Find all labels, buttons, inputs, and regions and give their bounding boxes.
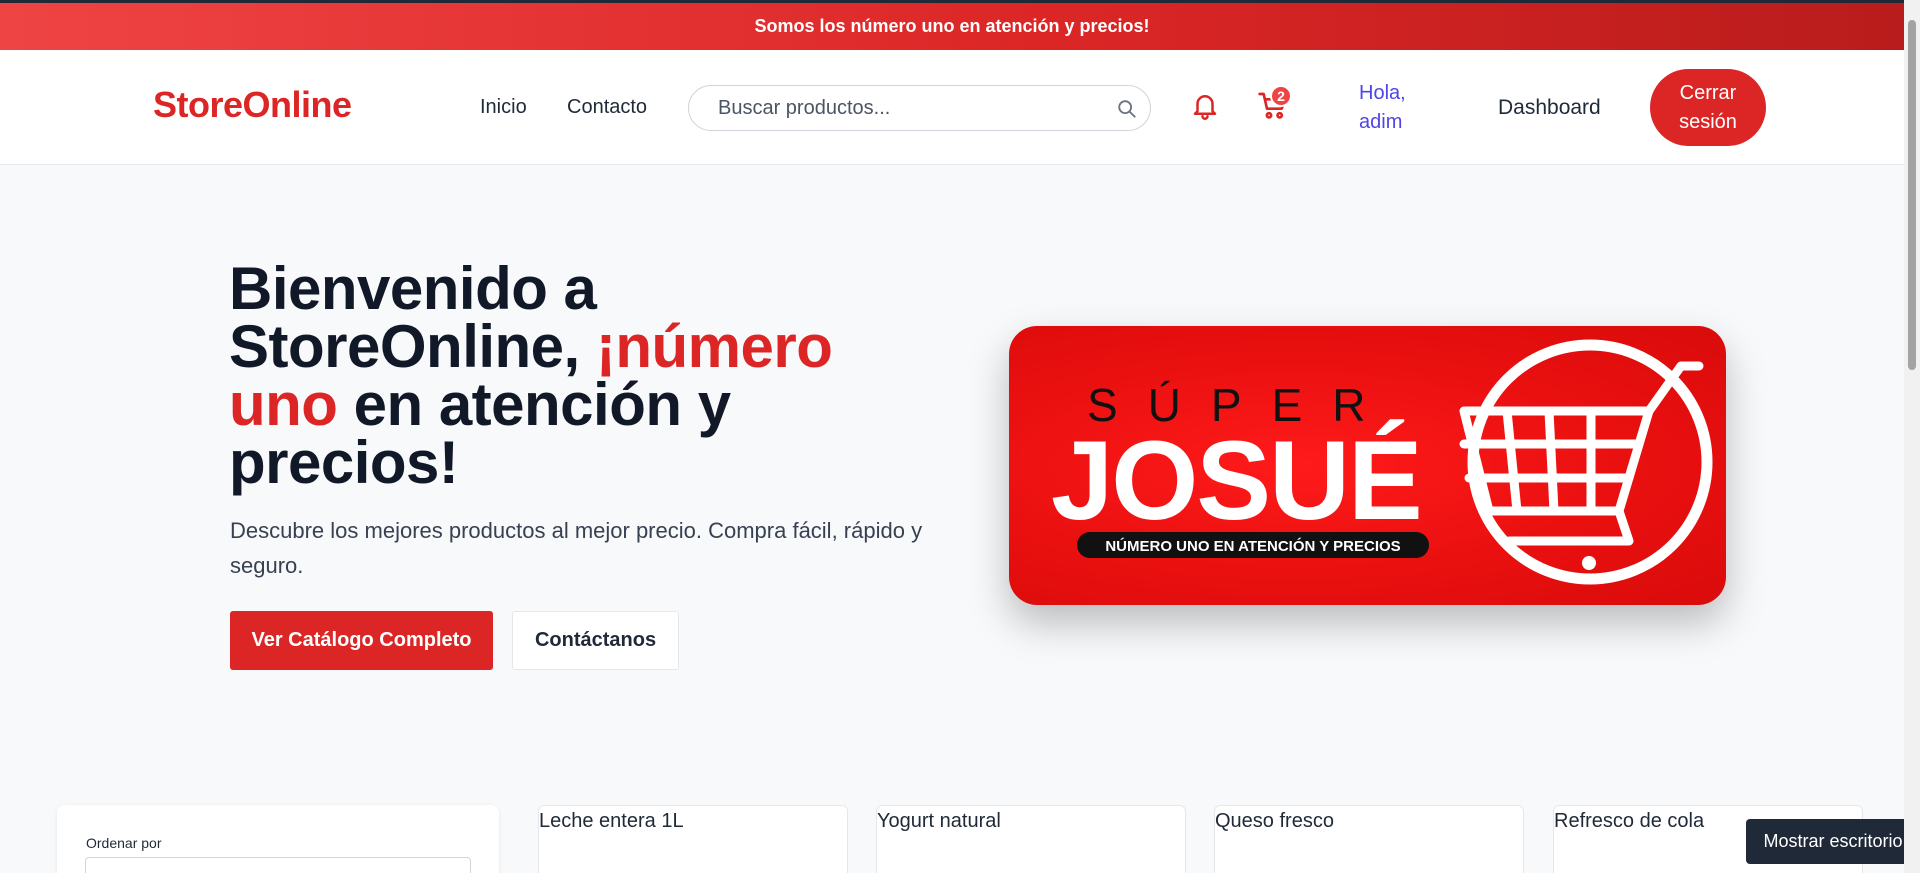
brand-logo[interactable]: StoreOnline	[153, 84, 352, 126]
product-name: Refresco de cola	[1554, 810, 1705, 832]
bell-icon[interactable]	[1190, 90, 1220, 120]
product-card[interactable]: Yogurt natural	[876, 805, 1186, 873]
page-scrollbar[interactable]	[1904, 0, 1920, 873]
dashboard-link[interactable]: Dashboard	[1498, 96, 1601, 120]
site-header: StoreOnline Inicio Contacto 2 Hola, adim…	[0, 50, 1904, 165]
super-josue-banner: SÚPER JOSUÉ NÚMERO UNO EN ATENCIÓN Y PRE…	[1009, 326, 1726, 605]
product-name: Yogurt natural	[877, 810, 1001, 832]
scrollbar-thumb[interactable]	[1908, 20, 1916, 370]
search-bar	[688, 85, 1151, 131]
hero-title: Bienvenido a StoreOnline, ¡número uno en…	[229, 259, 929, 493]
sort-label: Ordenar por	[86, 835, 162, 851]
product-name: Queso fresco	[1215, 810, 1334, 832]
contact-us-button[interactable]: Contáctanos	[512, 611, 679, 670]
user-greeting[interactable]: Hola, adim	[1359, 79, 1429, 137]
product-name: Leche entera 1L	[539, 810, 684, 832]
super-josue-logo: SÚPER JOSUÉ NÚMERO UNO EN ATENCIÓN Y PRE…	[1051, 339, 1713, 585]
banner-tagline: NÚMERO UNO EN ATENCIÓN Y PRECIOS	[1105, 537, 1400, 555]
product-card[interactable]: Leche entera 1L	[538, 805, 848, 873]
promo-message: Somos los número uno en atención y preci…	[754, 16, 1150, 36]
product-card[interactable]: Queso fresco	[1214, 805, 1524, 873]
search-icon[interactable]	[1116, 98, 1138, 120]
cart-count-badge: 2	[1270, 85, 1292, 107]
promo-bar: Somos los número uno en atención y preci…	[0, 0, 1904, 50]
view-catalog-button[interactable]: Ver Catálogo Completo	[230, 611, 493, 670]
search-input[interactable]	[718, 86, 1118, 130]
nav-link-inicio[interactable]: Inicio	[480, 96, 527, 119]
filter-panel: Ordenar por	[57, 805, 499, 873]
nav-link-contacto[interactable]: Contacto	[567, 96, 647, 119]
hero-title-part1: Bienvenido a StoreOnline,	[229, 255, 597, 380]
hero-subtitle: Descubre los mejores productos al mejor …	[230, 518, 923, 578]
banner-brand-text: JOSUÉ	[1051, 418, 1421, 543]
show-desktop-button[interactable]: Mostrar escritorio	[1746, 819, 1920, 864]
sort-select[interactable]	[85, 857, 471, 873]
logout-button[interactable]: Cerrar sesión	[1650, 69, 1766, 146]
